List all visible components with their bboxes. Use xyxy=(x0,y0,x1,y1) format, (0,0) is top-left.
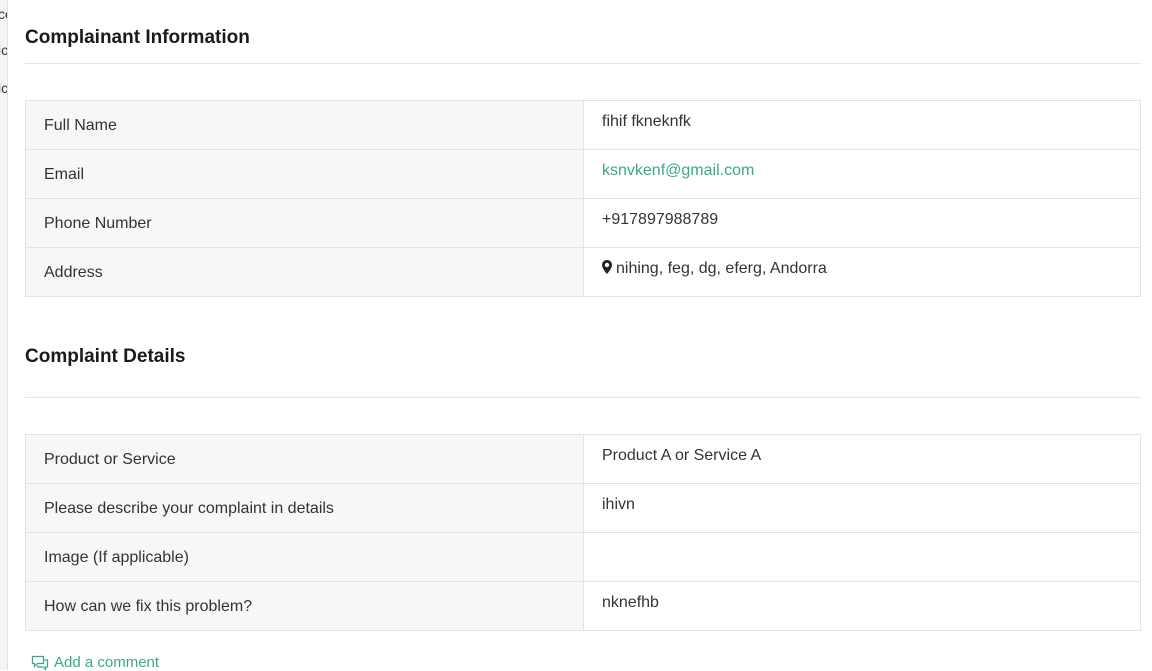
image-value xyxy=(583,532,1141,582)
table-row: Email ksnvkenf@gmail.com xyxy=(25,149,1141,199)
left-panel-edge: ce ic ic xyxy=(0,0,8,670)
email-link[interactable]: ksnvkenf@gmail.com xyxy=(602,162,754,179)
complaint-details-table: Product or Service Product A or Service … xyxy=(25,434,1141,631)
field-label: Please describe your complaint in detail… xyxy=(25,483,584,533)
table-row: Product or Service Product A or Service … xyxy=(25,434,1141,484)
fix-value: nknefhb xyxy=(583,581,1141,631)
complainant-info-table: Full Name fihif fkneknfk Email ksnvkenf@… xyxy=(25,100,1141,297)
table-row: Phone Number +917897988789 xyxy=(25,198,1141,248)
email-cell: ksnvkenf@gmail.com xyxy=(583,149,1141,199)
field-label: Address xyxy=(25,247,584,297)
complaint-record: Complainant Information Full Name fihif … xyxy=(25,0,1141,631)
product-value: Product A or Service A xyxy=(583,434,1141,484)
add-comment-label[interactable]: Add a comment xyxy=(54,654,159,671)
left-panel-text: ce xyxy=(0,6,7,22)
full-name-value: fihif fkneknfk xyxy=(583,100,1141,150)
comment-icon xyxy=(31,655,49,671)
field-label: Full Name xyxy=(25,100,584,150)
left-panel-text: ic xyxy=(0,80,8,96)
section-title-complaint: Complaint Details xyxy=(25,334,1141,398)
map-pin-icon xyxy=(602,260,612,274)
field-label: Phone Number xyxy=(25,198,584,248)
description-value: ihivn xyxy=(583,483,1141,533)
field-label: Image (If applicable) xyxy=(25,532,584,582)
left-panel-text: ic xyxy=(0,42,8,58)
section-title-complainant: Complainant Information xyxy=(25,0,1141,64)
field-label: Email xyxy=(25,149,584,199)
field-label: Product or Service xyxy=(25,434,584,484)
field-label: How can we fix this problem? xyxy=(25,581,584,631)
table-row: How can we fix this problem? nknefhb xyxy=(25,581,1141,631)
address-value: nihing, feg, dg, eferg, Andorra xyxy=(616,260,827,277)
phone-value: +917897988789 xyxy=(583,198,1141,248)
table-row: Full Name fihif fkneknfk xyxy=(25,100,1141,150)
add-comment-link[interactable]: Add a comment xyxy=(31,654,159,671)
table-row: Address nihing, feg, dg, eferg, Andorra xyxy=(25,247,1141,297)
table-row: Please describe your complaint in detail… xyxy=(25,483,1141,533)
table-row: Image (If applicable) xyxy=(25,532,1141,582)
address-cell: nihing, feg, dg, eferg, Andorra xyxy=(583,247,1141,297)
